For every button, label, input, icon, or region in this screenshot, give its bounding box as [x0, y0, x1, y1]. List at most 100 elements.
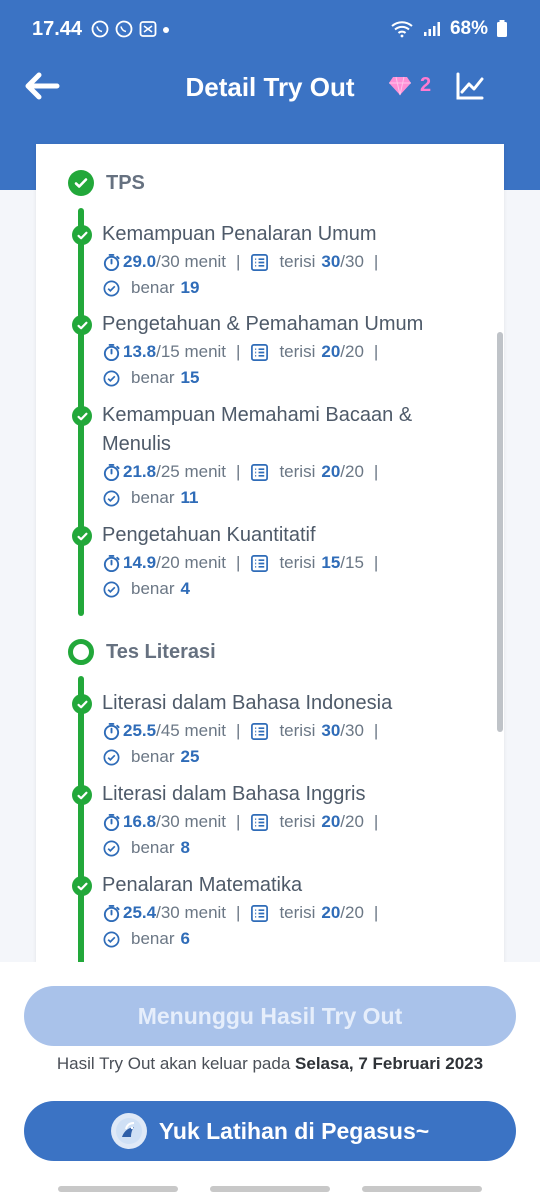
- list-icon: [251, 253, 269, 271]
- subtest-meta: 25.4/30 menit | terisi 20/20 |: [102, 900, 502, 926]
- stopwatch-icon: [103, 813, 120, 831]
- subtest-item[interactable]: Kemampuan Penalaran Umum 29.0/30 menit |…: [72, 220, 502, 301]
- progress-line: [78, 676, 84, 964]
- filled-count: 20: [321, 462, 341, 481]
- correct-count: 15: [180, 368, 200, 387]
- system-nav-bar: [0, 1178, 540, 1200]
- filled-total: /20: [340, 812, 364, 831]
- subtest-correct: benar 19: [102, 275, 502, 301]
- nav-recents[interactable]: [58, 1186, 178, 1192]
- status-right: 68%: [390, 18, 508, 40]
- section-title: Tes Literasi: [106, 640, 216, 663]
- list-icon: [251, 343, 269, 361]
- nav-back[interactable]: [362, 1186, 482, 1192]
- whatsapp-icon: [91, 20, 109, 38]
- check-circle-icon: [72, 876, 92, 896]
- check-circle-icon: [68, 170, 94, 196]
- chart-icon[interactable]: [454, 70, 486, 102]
- subtest-title: Literasi dalam Bahasa Inggris: [102, 783, 366, 805]
- check-circle-icon: [72, 526, 92, 546]
- correct-label: benar: [131, 747, 175, 766]
- subtest-item[interactable]: Literasi dalam Bahasa Inggris 16.8/30 me…: [72, 780, 502, 861]
- practice-label: Yuk Latihan di Pegasus~: [158, 1117, 430, 1144]
- time-used: 16.8: [123, 812, 157, 831]
- time-used: 13.8: [123, 342, 157, 361]
- subtest-title: Pengetahuan & Pemahaman Umum: [102, 313, 424, 335]
- subtest-correct: benar 11: [102, 485, 442, 511]
- subtest-title: Kemampuan Memahami Bacaan & Menulis: [102, 404, 413, 455]
- filled-total: /20: [340, 903, 364, 922]
- subtest-meta: 21.8/25 menit | terisi 20/20 |: [102, 459, 502, 485]
- time-used: 25.4: [123, 903, 157, 922]
- check-circle-icon: [72, 406, 92, 426]
- filled-label: terisi: [279, 812, 316, 831]
- check-circle-icon: [72, 315, 92, 335]
- correct-count: 11: [180, 488, 199, 507]
- time-total: /30 menit: [156, 903, 227, 922]
- time-total: /30 menit: [156, 252, 227, 271]
- capcut-icon: [139, 21, 157, 37]
- check-circle-icon: [72, 785, 92, 805]
- section-tps-header: TPS: [68, 170, 145, 196]
- notification-dot: [163, 27, 169, 33]
- subtest-correct: benar 15: [102, 365, 502, 391]
- filled-label: terisi: [279, 903, 316, 922]
- scrollbar[interactable]: [497, 332, 503, 732]
- correct-label: benar: [131, 929, 175, 948]
- correct-label: benar: [131, 579, 175, 598]
- time-used: 29.0: [123, 252, 157, 271]
- subtest-item[interactable]: Literasi dalam Bahasa Indonesia 25.5/45 …: [72, 689, 502, 770]
- stopwatch-icon: [103, 463, 120, 481]
- check-circle-icon: [72, 225, 92, 245]
- time-total: /25 menit: [156, 462, 227, 481]
- check-outline-icon: [103, 840, 120, 856]
- subtest-item[interactable]: Kemampuan Memahami Bacaan & Menulis 21.8…: [72, 401, 442, 511]
- subtest-title: Pengetahuan Kuantitatif: [102, 524, 316, 546]
- subtest-meta: 13.8/15 menit | terisi 20/20 |: [102, 339, 502, 365]
- status-time: 17.44: [32, 18, 83, 40]
- correct-label: benar: [131, 278, 175, 297]
- filled-count: 30: [321, 252, 341, 271]
- gem-counter[interactable]: 2: [388, 74, 431, 97]
- check-outline-icon: [103, 931, 120, 947]
- check-circle-icon: [72, 694, 92, 714]
- in-progress-ring-icon: [68, 639, 94, 665]
- filled-label: terisi: [279, 462, 316, 481]
- check-outline-icon: [103, 581, 120, 597]
- subtest-item[interactable]: Pengetahuan & Pemahaman Umum 13.8/15 men…: [72, 310, 502, 391]
- list-icon: [251, 463, 269, 481]
- nav-home[interactable]: [210, 1186, 330, 1192]
- stopwatch-icon: [103, 343, 120, 361]
- correct-count: 19: [180, 278, 200, 297]
- tryout-detail-card: TPS Kemampuan Penalaran Umum 29.0/30 men…: [36, 144, 504, 964]
- release-date: Selasa, 7 Februari 2023: [295, 1054, 484, 1073]
- subtest-meta: 29.0/30 menit | terisi 30/30 |: [102, 249, 502, 275]
- filled-total: /30: [340, 252, 364, 271]
- result-release-note: Hasil Try Out akan keluar pada Selasa, 7…: [0, 1054, 540, 1074]
- filled-total: /30: [340, 721, 364, 740]
- battery-icon: [497, 20, 507, 37]
- check-outline-icon: [103, 749, 120, 765]
- subtest-title: Penalaran Matematika: [102, 874, 303, 896]
- filled-label: terisi: [279, 252, 316, 271]
- practice-pegasus-button[interactable]: Yuk Latihan di Pegasus~: [24, 1101, 516, 1161]
- filled-label: terisi: [279, 553, 316, 572]
- filled-count: 15: [321, 553, 341, 572]
- diamond-icon: [389, 76, 411, 95]
- correct-count: 4: [180, 579, 190, 598]
- subtest-correct: benar 25: [102, 744, 502, 770]
- subtest-correct: benar 6: [102, 926, 502, 952]
- time-used: 14.9: [123, 553, 157, 572]
- check-outline-icon: [103, 370, 120, 386]
- battery-percent: 68%: [449, 18, 488, 39]
- subtest-item[interactable]: Pengetahuan Kuantitatif 14.9/20 menit | …: [72, 521, 502, 602]
- footer-panel: Menunggu Hasil Try Out Hasil Try Out aka…: [0, 962, 540, 1200]
- stopwatch-icon: [103, 904, 120, 922]
- notification-icons: [90, 19, 158, 39]
- filled-total: /20: [340, 342, 364, 361]
- correct-label: benar: [131, 838, 175, 857]
- section-title: TPS: [106, 171, 145, 194]
- subtest-item[interactable]: Penalaran Matematika 25.4/30 menit | ter…: [72, 871, 502, 952]
- time-total: /20 menit: [156, 553, 227, 572]
- list-icon: [251, 904, 269, 922]
